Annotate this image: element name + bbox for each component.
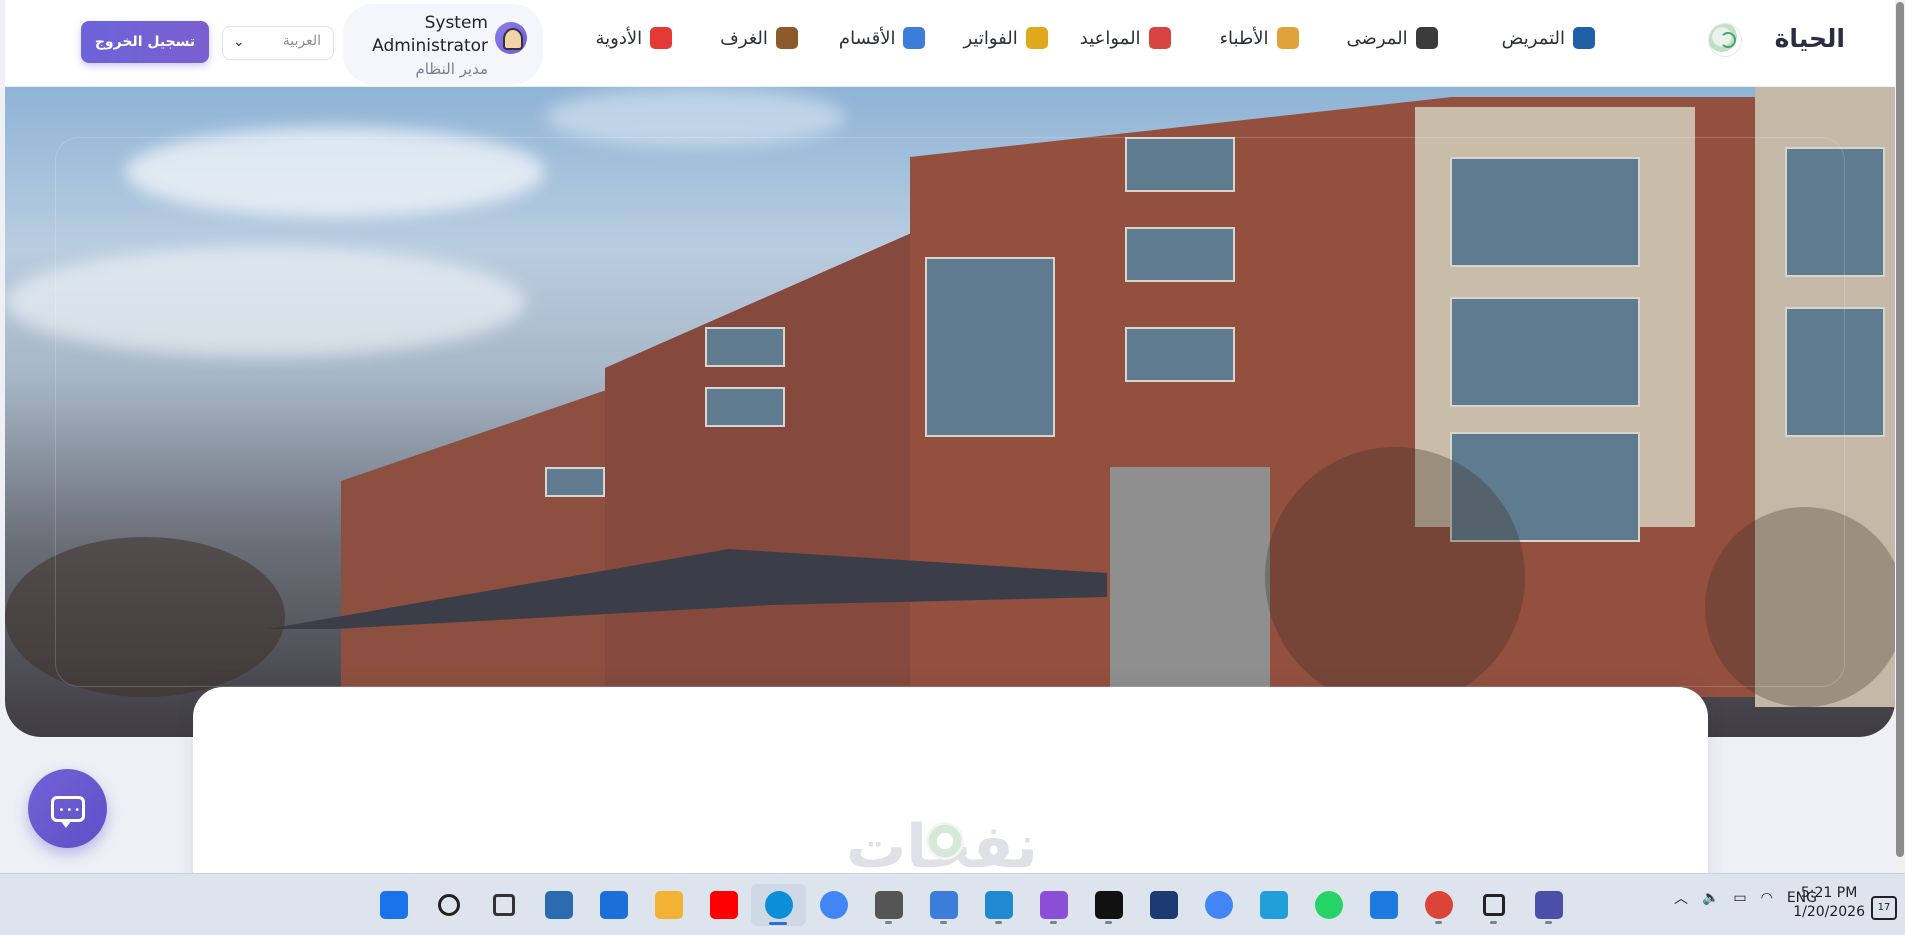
- nav-item-label: المرضى: [1346, 27, 1408, 49]
- arch-app-icon: [1149, 891, 1178, 919]
- nav-item-door[interactable]: الغرف: [720, 27, 798, 49]
- vpn-icon: [929, 891, 958, 919]
- taskbar-app-edge[interactable]: [751, 884, 806, 926]
- taskbar-app-chrome[interactable]: [806, 884, 861, 926]
- user-name: System Administrator: [372, 13, 488, 56]
- hospital-icon: [903, 27, 926, 49]
- nav-item-label: الغرف: [720, 27, 768, 49]
- hospital-logo-icon[interactable]: [1709, 24, 1741, 56]
- taskbar-app-visual-studio[interactable]: [1026, 884, 1081, 926]
- task-view-icon: [492, 894, 515, 916]
- stethoscope-icon: [1573, 27, 1595, 49]
- mail-icon: [1369, 891, 1398, 919]
- hero-frame: [55, 137, 1845, 687]
- taskbar-app-terminal[interactable]: [1521, 884, 1576, 926]
- store-icon: [599, 891, 628, 919]
- wifi-icon[interactable]: ◠: [1761, 890, 1773, 906]
- card-logo-icon: [926, 822, 964, 860]
- calendar-icon: [1148, 27, 1171, 49]
- taskbar-apps: [366, 884, 1576, 926]
- nav-item-hospital[interactable]: الأقسام: [839, 27, 926, 49]
- chevron-down-icon: ⌄: [233, 34, 245, 50]
- taskbar-app-chrome-profile[interactable]: [1411, 884, 1466, 926]
- chevron-up-icon[interactable]: ︿: [1674, 888, 1688, 908]
- windows-taskbar: ︿ 🔈 ▭ ◠ ENG 5:21 PM 1/20/2026 17: [0, 873, 1905, 935]
- taskbar-app-widgets[interactable]: [531, 884, 586, 926]
- logout-button[interactable]: تسجيل الخروج: [81, 21, 209, 63]
- money-bag-icon: [1025, 27, 1048, 49]
- language-value: العربية: [282, 33, 321, 49]
- chatgpt-icon: [1482, 894, 1505, 916]
- search-icon: [437, 894, 460, 916]
- chrome-profile-icon: [1424, 891, 1453, 919]
- nav-item-pill[interactable]: الأدوية: [596, 27, 673, 49]
- taskbar-app-vscode[interactable]: [971, 884, 1026, 926]
- user-profile[interactable]: System Administrator مدير النظام: [343, 4, 543, 84]
- taskbar-clock[interactable]: 5:21 PM 1/20/2026: [1793, 884, 1865, 922]
- nav-item-stethoscope[interactable]: التمريض: [1502, 27, 1595, 49]
- chat-button[interactable]: •••: [28, 769, 107, 848]
- taskbar-app-google-cloud[interactable]: [1191, 884, 1246, 926]
- youtube-icon: [709, 891, 738, 919]
- taskbar-app-task-view[interactable]: [476, 884, 531, 926]
- hero-hospital-image: [5, 87, 1895, 737]
- doctor-icon: [1276, 27, 1299, 49]
- taskbar-app-search[interactable]: [421, 884, 476, 926]
- terminal-icon: [1534, 891, 1563, 919]
- nav-item-doctor[interactable]: الأطباء: [1220, 27, 1299, 49]
- taskbar-app-arch-app[interactable]: [1136, 884, 1191, 926]
- nav-item-money-bag[interactable]: الفواتير: [963, 27, 1048, 49]
- taskbar-app-cursor-app[interactable]: [1081, 884, 1136, 926]
- clock-time: 5:21 PM: [1800, 885, 1858, 901]
- taskbar-app-windows-start[interactable]: [366, 884, 421, 926]
- nav-item-calendar[interactable]: المواعيد: [1080, 27, 1171, 49]
- widgets-icon: [544, 891, 573, 919]
- nav-item-label: الأدوية: [595, 27, 643, 49]
- battery-icon[interactable]: ▭: [1733, 890, 1746, 906]
- taskbar-app-youtube[interactable]: [696, 884, 751, 926]
- chat-bubble-icon: •••: [50, 795, 85, 828]
- top-navbar: الحياة التمريض المرضى الأطباء المواعيد الفوا…: [5, 0, 1895, 87]
- user-role: مدير النظام: [415, 60, 488, 78]
- nav-item-label: المواعيد: [1079, 27, 1141, 49]
- scrollbar-thumb[interactable]: [1896, 2, 1904, 857]
- taskbar-app-chatgpt[interactable]: [1466, 884, 1521, 926]
- clock-date: 1/20/2026: [1793, 904, 1865, 920]
- taskbar-app-vpn[interactable]: [916, 884, 971, 926]
- taskbar-app-whatsapp[interactable]: [1301, 884, 1356, 926]
- nav-item-label: الأقسام: [838, 27, 896, 49]
- telegram-icon: [1259, 891, 1288, 919]
- brand-name[interactable]: الحياة: [1775, 24, 1845, 53]
- windows-start-icon: [379, 891, 408, 919]
- file-explorer-icon: [654, 891, 683, 919]
- taskbar-app-file-explorer[interactable]: [641, 884, 696, 926]
- door-icon: [775, 27, 798, 49]
- nav-item-patients[interactable]: المرضى: [1347, 27, 1438, 49]
- pill-icon: [650, 27, 673, 49]
- whatsapp-icon: [1314, 891, 1343, 919]
- user-avatar-icon: [495, 22, 527, 54]
- github-desktop-icon: [874, 891, 903, 919]
- language-select[interactable]: العربية ⌄: [222, 26, 334, 60]
- nav-item-label: التمريض: [1501, 27, 1565, 49]
- visual-studio-icon: [1039, 891, 1068, 919]
- google-cloud-icon: [1204, 891, 1233, 919]
- nav-item-label: الفواتير: [963, 27, 1018, 49]
- vscode-icon: [984, 891, 1013, 919]
- notification-center-icon[interactable]: 17: [1871, 896, 1897, 920]
- taskbar-app-mail[interactable]: [1356, 884, 1411, 926]
- edge-icon: [764, 891, 793, 919]
- main-navigation: التمريض المرضى الأطباء المواعيد الفواتير الأق…: [596, 27, 1595, 49]
- nav-item-label: الأطباء: [1219, 27, 1269, 49]
- cursor-app-icon: [1094, 891, 1123, 919]
- taskbar-app-telegram[interactable]: [1246, 884, 1301, 926]
- chrome-icon: [819, 891, 848, 919]
- volume-icon[interactable]: 🔈: [1702, 890, 1719, 906]
- taskbar-app-store[interactable]: [586, 884, 641, 926]
- patients-icon: [1415, 27, 1438, 49]
- taskbar-app-github-desktop[interactable]: [861, 884, 916, 926]
